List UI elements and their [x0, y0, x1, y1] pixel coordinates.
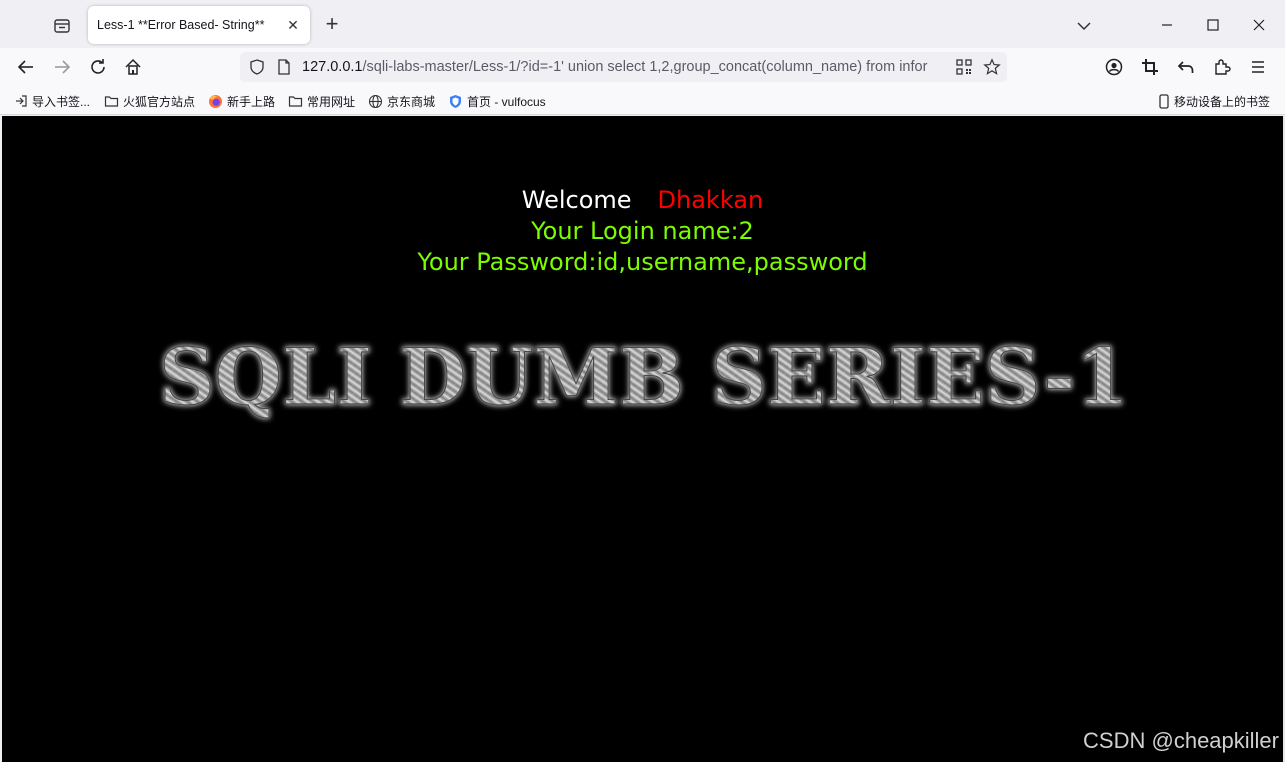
firefox-icon — [209, 94, 222, 108]
page-info-icon[interactable] — [275, 58, 293, 76]
new-tab-button[interactable]: + — [320, 13, 344, 37]
url-path: /sqli-labs-master/Less-1/?id=-1' union s… — [362, 59, 928, 75]
import-icon — [16, 95, 27, 107]
bookmark-getting-started[interactable]: 新手上路 — [208, 92, 275, 110]
watermark: CSDN @cheapkiller — [1083, 728, 1279, 753]
browser-window: Less-1 **Error Based- String** ✕ + 127.0… — [0, 0, 1285, 762]
globe-icon — [368, 94, 383, 108]
mobile-bookmarks[interactable]: 移动设备上的书签 — [1158, 92, 1270, 110]
folder-icon — [104, 96, 119, 107]
login-name-line: Your Login name:2 — [531, 217, 754, 245]
bookmark-label: 京东商城 — [387, 94, 436, 109]
extensions-icon[interactable] — [1210, 55, 1234, 79]
nav-bar: 127.0.0.1/sqli-labs-master/Less-1/?id=-1… — [0, 48, 1285, 86]
url-host: 127.0.0.1 — [302, 59, 363, 75]
banner-text: SQLI DUMB SERIES-1 — [159, 336, 1129, 423]
bookmark-label: 火狐官方站点 — [123, 94, 196, 109]
reload-icon[interactable] — [86, 55, 110, 79]
bookmark-label: 导入书签... — [32, 94, 91, 109]
page-content: Welcome Dhakkan Your Login name:2 Your Pa… — [2, 116, 1283, 762]
welcome-label: Welcome — [521, 186, 632, 214]
tab-title: Less-1 **Error Based- String** — [97, 18, 265, 32]
bookmark-label: 常用网址 — [307, 94, 356, 109]
maximize-icon[interactable] — [1198, 10, 1228, 40]
menu-icon[interactable] — [1246, 55, 1270, 79]
account-icon[interactable] — [1102, 55, 1126, 79]
chevron-down-icon[interactable] — [1072, 14, 1096, 38]
sqli-dumb-series-banner: SQLI DUMB SERIES-1 — [158, 336, 1129, 424]
url-bar[interactable]: 127.0.0.1/sqli-labs-master/Less-1/?id=-1… — [240, 52, 1007, 82]
window-close-icon[interactable] — [1244, 10, 1274, 40]
bookmark-jd[interactable]: 京东商城 — [368, 92, 435, 110]
bookmark-vulfocus[interactable]: 首页 - vulfocus — [448, 92, 546, 110]
undo-close-tab-icon[interactable] — [1174, 55, 1198, 79]
mobile-device-icon — [1159, 93, 1169, 109]
qr-code-icon[interactable] — [955, 58, 973, 76]
home-icon[interactable] — [121, 55, 145, 79]
tab-active[interactable]: Less-1 **Error Based- String** ✕ — [88, 6, 310, 44]
bookmark-label: 首页 - vulfocus — [467, 94, 546, 109]
tracking-shield-icon[interactable] — [248, 58, 266, 76]
screenshot-crop-icon[interactable] — [1138, 55, 1162, 79]
welcome-line: Welcome Dhakkan — [2, 186, 1283, 214]
url-text[interactable]: 127.0.0.1/sqli-labs-master/Less-1/?id=-1… — [302, 59, 947, 75]
minimize-icon[interactable] — [1152, 10, 1182, 40]
tab-strip: Less-1 **Error Based- String** ✕ + — [0, 0, 1285, 48]
bookmark-star-icon[interactable] — [983, 58, 1001, 76]
tab-close-icon[interactable]: ✕ — [284, 16, 302, 34]
mobile-bookmarks-label: 移动设备上的书签 — [1174, 94, 1271, 109]
shield-icon — [450, 94, 461, 108]
bookmark-import[interactable]: 导入书签... — [14, 92, 90, 110]
bookmarks-toolbar: 导入书签... 火狐官方站点 新手上路 常用网址 京东商城 首页 - vulfo… — [0, 86, 1285, 115]
password-line: Your Password:id,username,password — [417, 248, 868, 276]
forward-icon[interactable] — [50, 55, 74, 79]
folder-icon — [288, 96, 303, 107]
bookmark-common-sites[interactable]: 常用网址 — [288, 92, 355, 110]
welcome-name: Dhakkan — [657, 186, 764, 214]
back-icon[interactable] — [14, 55, 38, 79]
bookmark-label: 新手上路 — [227, 94, 276, 109]
tab-list-icon[interactable] — [50, 14, 74, 38]
bookmark-firefox-official[interactable]: 火狐官方站点 — [104, 92, 195, 110]
